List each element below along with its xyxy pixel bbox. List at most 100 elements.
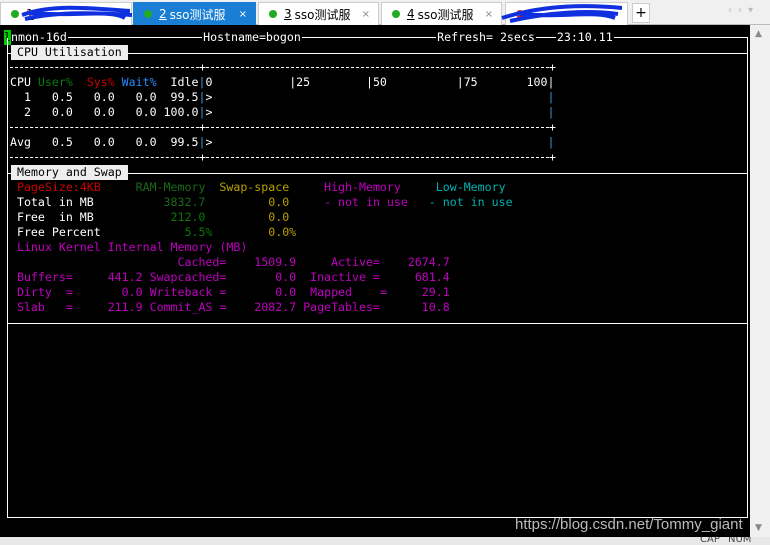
sys-pct: 0.0 — [93, 105, 115, 119]
value-dirty: 0.0 — [121, 285, 143, 299]
cpu-avg-row: Avg 0.5 0.0 0.0 99.5 | > | — [10, 135, 745, 150]
tab-4[interactable]: 4 sso测试服 × — [381, 2, 502, 25]
value-writeback: 0.0 — [275, 285, 297, 299]
status-dot-icon — [392, 10, 400, 18]
watermark: https://blog.csdn.net/Tommy_giant — [515, 516, 743, 533]
tab-number: 3 — [284, 7, 292, 21]
kernel-title-row: Linux Kernel Internal Memory (MB) — [10, 240, 745, 255]
tab-label: sso测试服 — [169, 7, 226, 22]
col-high: High-Memory — [324, 180, 401, 194]
num-indicator: NUM — [728, 537, 752, 545]
col-sys: Sys% — [86, 75, 115, 89]
scale-100: 100| — [526, 75, 555, 89]
close-icon[interactable]: × — [239, 9, 247, 20]
vertical-scrollbar[interactable]: ▲ ▼ — [750, 25, 770, 537]
close-icon[interactable]: × — [115, 9, 123, 20]
row-label: Free in MB — [16, 210, 94, 224]
kernel-title: Linux Kernel Internal Memory (MB) — [16, 240, 248, 254]
label-buffers: Buffers= — [16, 270, 73, 284]
sys-pct: 0.0 — [93, 135, 115, 149]
cpu-bar: > — [205, 90, 213, 104]
label-active: Active= — [331, 255, 380, 269]
memory-free-row: Free in MB 212.0 0.0 — [10, 210, 745, 225]
tab-2[interactable]: 2 sso测试服 × — [133, 2, 256, 25]
pipe: | — [547, 135, 555, 149]
status-dot-icon — [516, 10, 524, 18]
user-pct: 0.0 — [51, 105, 73, 119]
scroll-up-icon[interactable]: ▲ — [755, 29, 762, 39]
cpu-id: 2 — [23, 105, 31, 119]
cpu-dash-line: + + — [10, 60, 556, 75]
value-pagetables: 10.8 — [421, 300, 450, 314]
label-commit: Commit_AS = — [149, 300, 227, 314]
user-pct: 0.5 — [51, 135, 73, 149]
col-cpu: CPU — [10, 75, 31, 89]
tab-number: 2 — [159, 7, 167, 21]
kernel-row: Buffers= 441.2 Swapcached= 0.0 Inactive … — [10, 270, 745, 285]
value-swapcached: 0.0 — [275, 270, 297, 284]
scale-75: |75 — [456, 75, 478, 89]
scale-0: 0 — [205, 75, 213, 89]
label-cached: Cached= — [177, 255, 227, 269]
label-swapcached: Swapcached= — [149, 270, 227, 284]
user-pct: 0.5 — [51, 90, 73, 104]
kernel-row: Slab = 211.9 Commit_AS = 2082.7 PageTabl… — [10, 300, 745, 315]
tab-1[interactable]: 1 × — [0, 2, 132, 25]
ram-value: 3832.7 — [163, 195, 206, 209]
cpu-id: Avg — [10, 135, 31, 149]
col-swap: Swap-space — [219, 180, 290, 194]
label-inactive: Inactive = — [310, 270, 380, 284]
value-inactive: 681.4 — [414, 270, 450, 284]
col-ram: RAM-Memory — [135, 180, 206, 194]
ram-value: 5.5% — [184, 225, 213, 239]
label-mapped: Mapped = — [310, 285, 387, 299]
wait-pct: 0.0 — [135, 90, 157, 104]
terminal[interactable]: l nmon-16d Hostname=bogon Refresh= 2secs 23:… — [0, 25, 750, 537]
low-value: - not in use — [428, 195, 513, 209]
label-dirty: Dirty = — [16, 285, 73, 299]
tab-nav-arrows[interactable]: ‹›▾ — [728, 5, 759, 16]
col-user: User% — [37, 75, 73, 89]
cpu-header-row: CPU User% Sys% Wait% Idle | 0 |25 |50 |7… — [10, 75, 745, 90]
section-title-memory: Memory and Swap — [11, 165, 128, 180]
tab-number: 1 — [26, 7, 34, 21]
swap-value: 0.0 — [268, 210, 290, 224]
cpu-bar: > — [205, 105, 213, 119]
cpu-row: 1 0.5 0.0 0.0 99.5 | > | — [10, 90, 745, 105]
scroll-down-icon[interactable]: ▼ — [755, 523, 762, 533]
sys-pct: 0.0 — [93, 90, 115, 104]
scale-50: |50 — [365, 75, 387, 89]
memory-freepct-row: Free Percent 5.5% 0.0% — [10, 225, 745, 240]
value-buffers: 441.2 — [107, 270, 143, 284]
tab-5[interactable] — [505, 2, 628, 25]
divider — [7, 323, 748, 324]
idle-pct: 99.5 — [170, 135, 199, 149]
wait-pct: 0.0 — [135, 105, 157, 119]
swap-value: 0.0% — [268, 225, 297, 239]
kernel-row: Cached= 1509.9 Active= 2674.7 — [10, 255, 745, 270]
wait-pct: 0.0 — [135, 135, 157, 149]
close-icon[interactable]: × — [362, 9, 370, 20]
status-dot-icon — [269, 10, 277, 18]
caps-indicator: CAP — [700, 537, 720, 545]
status-dot-icon — [11, 10, 19, 18]
cpu-dash-line: + + — [10, 150, 556, 165]
value-active: 2674.7 — [407, 255, 450, 269]
idle-pct: 99.5 — [170, 90, 199, 104]
new-tab-button[interactable]: + — [632, 3, 650, 23]
tab-label: sso测试服 — [294, 7, 351, 22]
memory-total-row: Total in MB 3832.7 0.0 - not in use - no… — [10, 195, 745, 210]
tab-3[interactable]: 3 sso测试服 × — [258, 2, 379, 25]
status-bar: CAP NUM — [0, 537, 770, 545]
cpu-id: 1 — [23, 90, 31, 104]
pagesize: PageSize:4KB — [16, 180, 101, 194]
tab-bar: 1 × 2 sso测试服 × 3 sso测试服 × 4 sso测试服 × + ‹… — [0, 0, 770, 25]
section-title-cpu: CPU Utilisation — [11, 45, 128, 60]
value-cached: 1509.9 — [254, 255, 297, 269]
idle-pct: 100.0 — [163, 105, 199, 119]
label-slab: Slab = — [16, 300, 73, 314]
memory-header-row: PageSize:4KB RAM-Memory Swap-space High-… — [10, 180, 745, 195]
kernel-row: Dirty = 0.0 Writeback = 0.0 Mapped = 29.… — [10, 285, 745, 300]
pipe: | — [198, 90, 206, 104]
close-icon[interactable]: × — [485, 9, 493, 20]
